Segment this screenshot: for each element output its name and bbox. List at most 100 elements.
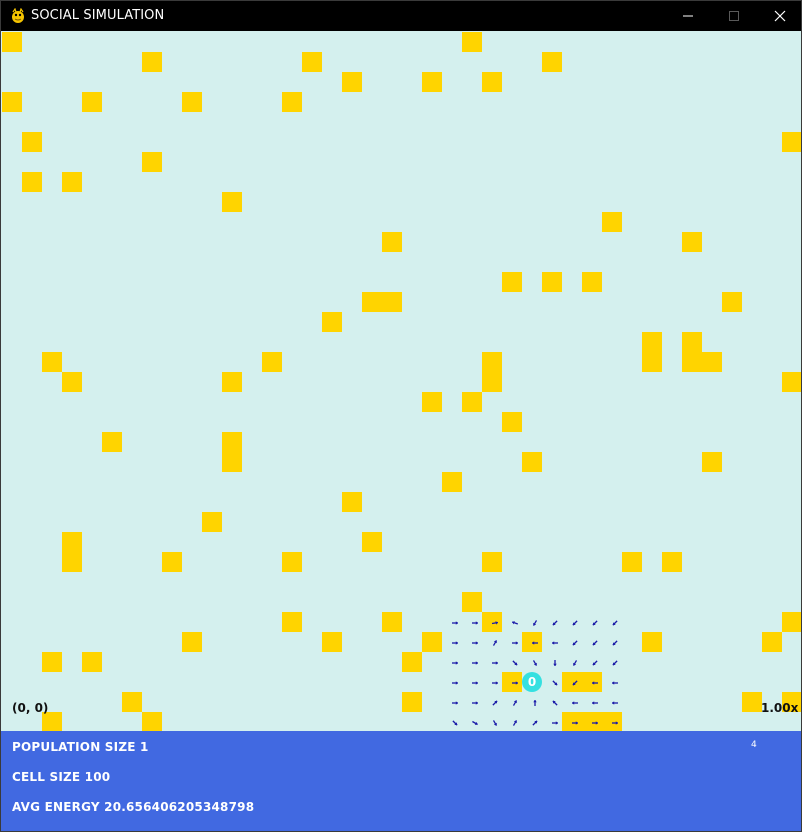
food-cell (142, 152, 162, 172)
food-cell (642, 332, 662, 352)
food-cell (322, 312, 342, 332)
avg-energy-row: AVG ENERGY 20.656406205348798 (12, 800, 254, 814)
population-size-label: POPULATION SIZE (12, 740, 136, 754)
food-cell (202, 512, 222, 532)
food-cell (502, 272, 522, 292)
food-cell (62, 172, 82, 192)
food-cell (382, 292, 402, 312)
food-cell (502, 412, 522, 432)
title-bar[interactable]: SOCIAL SIMULATION (1, 1, 801, 31)
food-cell (462, 592, 482, 612)
food-cell (662, 552, 682, 572)
food-cell (422, 72, 442, 92)
food-cell (342, 492, 362, 512)
food-cell (222, 372, 242, 392)
food-cell (482, 352, 502, 372)
food-cell (422, 632, 442, 652)
food-cell (42, 352, 62, 372)
food-cell (42, 652, 62, 672)
food-cell (382, 232, 402, 252)
food-cell (682, 332, 702, 352)
population-size-value: 1 (140, 740, 149, 754)
pygame-snake-icon (10, 7, 26, 24)
food-cell (302, 52, 322, 72)
food-cell (622, 552, 642, 572)
food-cell (642, 352, 662, 372)
close-button[interactable] (757, 1, 801, 31)
food-cell (82, 652, 102, 672)
food-cell (142, 712, 162, 731)
food-cell (262, 352, 282, 372)
zoom-level-label: 1.00x (761, 701, 799, 715)
food-cell (682, 232, 702, 252)
food-cell (682, 352, 702, 372)
food-cell (602, 212, 622, 232)
food-cell (522, 452, 542, 472)
food-cell (342, 72, 362, 92)
food-cell (142, 52, 162, 72)
food-cell (282, 612, 302, 632)
food-cell (182, 632, 202, 652)
info-panel: POPULATION SIZE 1 CELL SIZE 100 AVG ENER… (1, 731, 801, 831)
food-cell (322, 632, 342, 652)
food-cell (162, 552, 182, 572)
food-cell (482, 72, 502, 92)
maximize-icon (729, 11, 739, 21)
population-size-row: POPULATION SIZE 1 (12, 740, 149, 754)
food-cell (22, 132, 42, 152)
food-cell (462, 32, 482, 52)
food-cell (462, 392, 482, 412)
food-cell (482, 552, 502, 572)
food-cell (722, 292, 742, 312)
food-cell (282, 92, 302, 112)
food-cell (482, 372, 502, 392)
food-cell (702, 452, 722, 472)
corner-indicator: 4 (751, 740, 757, 750)
window-title: SOCIAL SIMULATION (31, 8, 165, 23)
food-cell (742, 692, 762, 712)
origin-coordinate-label: (0, 0) (12, 701, 49, 715)
food-cell (422, 392, 442, 412)
maximize-button[interactable] (711, 1, 757, 31)
cell-size-value: 100 (84, 770, 111, 784)
food-cell (102, 432, 122, 452)
food-cell (362, 292, 382, 312)
food-cell (762, 632, 782, 652)
food-cell (542, 52, 562, 72)
food-cell (222, 452, 242, 472)
food-cell (362, 532, 382, 552)
food-cell (542, 272, 562, 292)
food-cell (442, 472, 462, 492)
food-cell (122, 692, 142, 712)
food-cell (782, 372, 801, 392)
close-icon (774, 10, 786, 22)
food-cell (22, 172, 42, 192)
food-cell (62, 372, 82, 392)
food-cell (62, 552, 82, 572)
food-cell (582, 272, 602, 292)
minimize-button[interactable] (665, 1, 711, 31)
food-cell (782, 612, 801, 632)
agent-id-label: 0 (527, 675, 537, 689)
food-cell (222, 192, 242, 212)
food-cell (182, 92, 202, 112)
food-cell (282, 552, 302, 572)
food-cell (62, 532, 82, 552)
simulation-canvas[interactable]: 0 (0, 0) 1.00x (1, 31, 801, 731)
food-cell (2, 92, 22, 112)
food-cell (2, 32, 22, 52)
cell-size-row: CELL SIZE 100 (12, 770, 110, 784)
food-cell (642, 632, 662, 652)
food-cell (782, 132, 801, 152)
food-cell (82, 92, 102, 112)
minimize-icon (683, 15, 693, 17)
agent[interactable]: 0 (522, 672, 542, 692)
avg-energy-label: AVG ENERGY (12, 800, 100, 814)
food-cell (702, 352, 722, 372)
food-cell (222, 432, 242, 452)
food-cell (382, 612, 402, 632)
avg-energy-value: 20.656406205348798 (104, 800, 255, 814)
cell-size-label: CELL SIZE (12, 770, 81, 784)
food-cell (402, 692, 422, 712)
app-window: SOCIAL SIMULATION 0 (0, 0) 1.00x POPULAT… (0, 0, 802, 832)
